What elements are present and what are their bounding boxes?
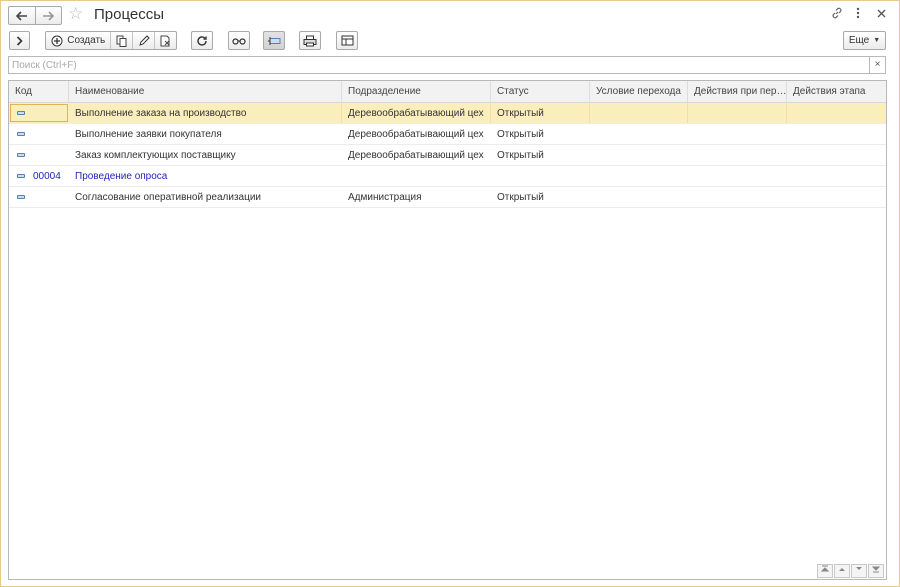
glasses-icon — [232, 37, 246, 45]
cell-name[interactable]: Выполнение заказа на производство — [69, 103, 342, 123]
print-button[interactable] — [299, 31, 321, 50]
refresh-icon — [197, 35, 207, 46]
cell-department[interactable]: Деревообрабатывающий цех — [342, 124, 491, 144]
process-item-icon — [17, 153, 25, 157]
cell-stage-actions[interactable] — [787, 103, 886, 123]
cell-transition-actions[interactable] — [688, 103, 787, 123]
column-header-stage-actions[interactable]: Действия этапа — [787, 81, 886, 103]
cell-code[interactable] — [27, 124, 69, 144]
page-title: Процессы — [94, 6, 165, 23]
process-item-icon — [17, 132, 25, 136]
table-row[interactable]: Согласование оперативной реализации Адми… — [9, 187, 886, 208]
column-header-department[interactable]: Подразделение — [342, 81, 491, 103]
cell-name[interactable]: Заказ комплектующих поставщику — [69, 145, 342, 165]
table-row[interactable]: Выполнение заказа на производство Дерево… — [9, 103, 886, 124]
back-button[interactable] — [9, 7, 35, 24]
create-button-group: Создать — [45, 31, 177, 50]
column-header-transition-actions[interactable]: Действия при пер… — [688, 81, 787, 103]
process-item-icon — [17, 195, 25, 199]
edit-button[interactable] — [132, 32, 154, 49]
cell-department[interactable]: Администрация — [342, 187, 491, 207]
cell-status[interactable]: Открытый — [491, 187, 590, 207]
process-item-icon — [17, 174, 25, 178]
more-vertical-icon[interactable] — [856, 7, 860, 22]
refresh-button[interactable] — [191, 31, 213, 50]
search-placeholder: Поиск (Ctrl+F) — [12, 60, 77, 71]
cell-name[interactable]: Выполнение заявки покупателя — [69, 124, 342, 144]
report-button[interactable] — [336, 31, 358, 50]
process-item-icon — [17, 111, 25, 115]
column-header-name[interactable]: Наименование — [69, 81, 342, 103]
cell-name[interactable]: Согласование оперативной реализации — [69, 187, 342, 207]
cell-status[interactable]: Открытый — [491, 145, 590, 165]
pencil-icon — [138, 34, 150, 46]
column-header-status[interactable]: Статус — [491, 81, 590, 103]
table-row[interactable]: 00004 Проведение опроса — [9, 166, 886, 187]
title-bar: ☆ Процессы — [1, 1, 899, 29]
favorite-star-icon[interactable]: ☆ — [68, 5, 83, 23]
more-actions-label: Еще — [848, 35, 870, 46]
cell-status[interactable] — [491, 166, 590, 186]
search-input[interactable]: Поиск (Ctrl+F) — [8, 56, 870, 74]
double-down-icon — [871, 566, 881, 573]
copy-button[interactable] — [110, 32, 132, 49]
column-header-transition-condition[interactable]: Условие перехода — [590, 81, 688, 103]
scroll-up-button[interactable] — [834, 564, 850, 578]
printer-icon — [303, 35, 317, 46]
show-hierarchy-button[interactable] — [263, 31, 285, 50]
processes-window: ☆ Процессы Создать Еще ▼ Поиск (Ctrl+F) … — [0, 0, 900, 587]
more-actions-button[interactable]: Еще ▼ — [843, 31, 886, 50]
navigation-group — [8, 6, 62, 25]
expand-panel-button[interactable] — [9, 31, 30, 50]
scroll-down-button[interactable] — [851, 564, 867, 578]
cell-status[interactable]: Открытый — [491, 103, 590, 123]
search-clear-button[interactable]: × — [870, 56, 886, 74]
link-icon[interactable] — [831, 7, 843, 22]
cell-code[interactable] — [27, 103, 69, 123]
arrow-right-icon — [43, 10, 55, 21]
cell-department[interactable]: Деревообрабатывающий цех — [342, 145, 491, 165]
table-header: Код Наименование Подразделение Статус Ус… — [9, 81, 886, 103]
cell-status[interactable]: Открытый — [491, 124, 590, 144]
view-mode-button[interactable] — [228, 31, 250, 50]
forward-button[interactable] — [34, 7, 62, 24]
scroll-to-bottom-button[interactable] — [868, 564, 884, 578]
down-arrow-icon — [856, 567, 862, 570]
cell-code[interactable] — [27, 187, 69, 207]
scroll-to-top-button[interactable] — [817, 564, 833, 578]
create-label: Создать — [67, 35, 106, 46]
document-delete-icon — [160, 35, 170, 46]
double-up-icon — [820, 565, 830, 572]
table-row[interactable]: Выполнение заявки покупателя Деревообраб… — [9, 124, 886, 145]
table-icon — [341, 35, 353, 46]
arrow-left-icon — [15, 10, 27, 21]
cell-code[interactable] — [27, 145, 69, 165]
mark-delete-button[interactable] — [154, 32, 176, 49]
cell-code[interactable]: 00004 — [27, 166, 69, 186]
cell-transition-condition[interactable] — [590, 103, 688, 123]
table-row[interactable]: Заказ комплектующих поставщику Деревообр… — [9, 145, 886, 166]
create-button[interactable]: Создать — [46, 32, 110, 49]
up-arrow-icon — [839, 568, 845, 571]
chevron-right-icon — [16, 35, 23, 46]
column-header-code[interactable]: Код — [9, 81, 69, 103]
close-icon[interactable] — [877, 7, 886, 21]
plus-circle-icon — [51, 35, 63, 46]
cell-name[interactable]: Проведение опроса — [69, 166, 342, 186]
cell-department[interactable]: Деревообрабатывающий цех — [342, 103, 491, 123]
dropdown-arrow-icon: ▼ — [873, 37, 881, 44]
cell-department[interactable] — [342, 166, 491, 186]
copy-icon — [116, 35, 127, 47]
processes-table: Код Наименование Подразделение Статус Ус… — [8, 80, 887, 580]
hierarchy-icon — [268, 36, 281, 45]
